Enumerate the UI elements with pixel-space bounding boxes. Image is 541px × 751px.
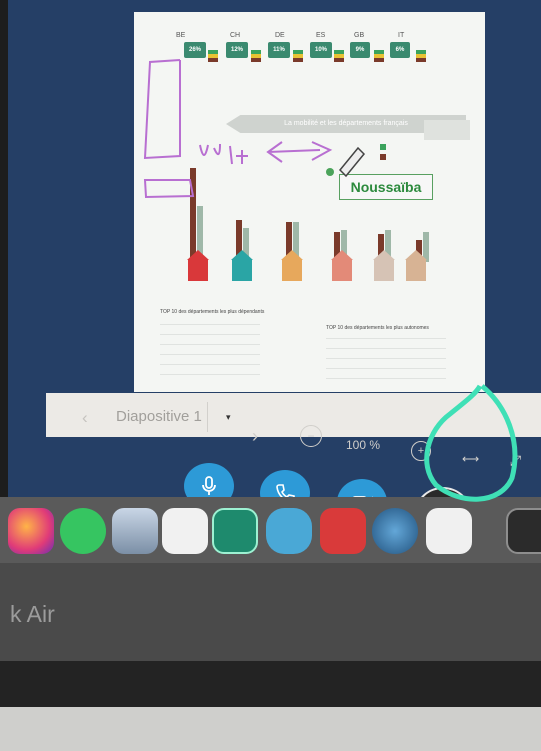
slide-select[interactable]: Diapositive 1 ▾ (103, 402, 237, 432)
table-row (160, 334, 260, 335)
filezilla-icon[interactable] (162, 508, 208, 554)
percent-badge: 11% (268, 42, 290, 58)
house-icon (187, 250, 209, 281)
previous-slide-button[interactable]: ‹ (82, 408, 88, 428)
zoom-in-button[interactable]: + (411, 441, 431, 461)
fit-width-button[interactable]: ⟷ (462, 452, 479, 466)
table-row (326, 358, 446, 359)
slide-select-value: Diapositive 1 (116, 408, 202, 425)
fullscreen-button[interactable]: ⤢ (510, 452, 521, 469)
legend-swatch (380, 144, 386, 150)
house-icon (331, 250, 353, 281)
house-icon (405, 250, 427, 281)
truck-icon (424, 120, 470, 140)
next-slide-button[interactable]: › (252, 426, 258, 447)
house-icon (231, 250, 253, 281)
house-icon (373, 250, 395, 281)
laptop-bezel (0, 563, 541, 661)
zoom-level: 100 % (346, 438, 381, 452)
laptop-hinge (0, 661, 541, 707)
signature-label: Noussaïba (339, 174, 433, 200)
table-row (326, 348, 446, 349)
table-row (160, 364, 260, 365)
truck-icon (251, 50, 261, 62)
truck-icon (208, 50, 218, 62)
select-divider (207, 402, 208, 432)
shape-icon[interactable] (266, 508, 312, 554)
table-row (160, 374, 260, 375)
xnconvert-icon[interactable] (212, 508, 258, 554)
zotero-icon[interactable] (320, 508, 366, 554)
country-label: GB (354, 32, 365, 39)
presentation-slide: BE CH DE ES GB IT 26% 12% 11% 10% 9% 6% … (134, 12, 485, 392)
country-label: IT (398, 32, 405, 39)
preview-icon[interactable] (112, 508, 158, 554)
top10-right-title: TOP 10 des départements les plus autonom… (326, 325, 429, 331)
percent-badge: 6% (390, 42, 410, 58)
country-label: ES (316, 32, 326, 39)
quicktime-icon[interactable] (372, 508, 418, 554)
keynote-icon[interactable] (426, 508, 472, 554)
zoom-out-button[interactable]: − (300, 425, 322, 447)
laptop-deck (0, 707, 541, 751)
microphone-icon (202, 476, 216, 495)
table-row (326, 378, 446, 379)
truck-icon (374, 50, 384, 62)
truck-icon (416, 50, 426, 62)
table-row (160, 344, 260, 345)
terminal-icon[interactable] (506, 508, 541, 554)
table-row (160, 324, 260, 325)
laptop-model-text: k Air (10, 601, 55, 627)
truck-icon (334, 50, 344, 62)
table-row (160, 354, 260, 355)
annotation-dot (326, 168, 334, 176)
truck-icon (293, 50, 303, 62)
table-row (326, 368, 446, 369)
chevron-down-icon: ▾ (226, 412, 231, 422)
photo-frame: BE CH DE ES GB IT 26% 12% 11% 10% 9% 6% … (0, 0, 541, 751)
percent-badge: 26% (184, 42, 206, 58)
top10-left-title: TOP 10 des départements les plus dépenda… (160, 309, 265, 315)
country-label: CH (230, 32, 241, 39)
country-label: BE (176, 32, 186, 39)
percent-badge: 10% (310, 42, 332, 58)
whatsapp-icon[interactable] (60, 508, 106, 554)
house-icon (281, 250, 303, 281)
table-row (326, 338, 446, 339)
country-label: DE (275, 32, 285, 39)
percent-badge: 9% (350, 42, 370, 58)
bar (190, 168, 196, 262)
bar-chart (184, 152, 434, 262)
percent-badge: 12% (226, 42, 248, 58)
firefox-icon[interactable] (8, 508, 54, 554)
